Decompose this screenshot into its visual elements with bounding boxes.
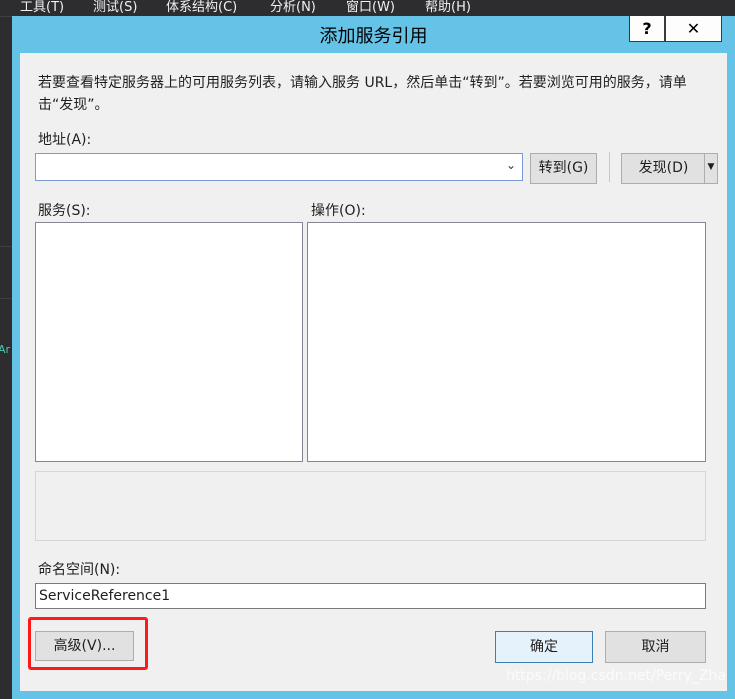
dropdown-arrow-icon: ▼ xyxy=(707,162,715,172)
advanced-button[interactable]: 高级(V)... xyxy=(35,631,134,661)
ok-button[interactable]: 确定 xyxy=(495,631,593,663)
dialog-title: 添加服务引用 xyxy=(319,26,428,47)
ide-background-text: Ar xyxy=(0,343,11,356)
cancel-button[interactable]: 取消 xyxy=(605,631,706,663)
watermark: https://blog.csdn.net/Perry_Zha xyxy=(506,668,726,684)
services-label: 服务(S): xyxy=(38,203,91,219)
help-button[interactable]: ? xyxy=(629,16,665,42)
instruction-text: 若要查看特定服务器上的可用服务列表，请输入服务 URL，然后单击“转到”。若要浏… xyxy=(38,75,687,113)
operations-label: 操作(O): xyxy=(311,203,366,219)
toolbar-separator xyxy=(609,152,610,182)
menu-tools[interactable]: 工具(T) xyxy=(20,0,64,15)
menu-test[interactable]: 测试(S) xyxy=(93,0,137,15)
menu-analyze[interactable]: 分析(N) xyxy=(270,0,316,15)
operations-list[interactable] xyxy=(307,222,706,462)
discover-button[interactable]: 发现(D) xyxy=(621,153,705,184)
menu-help[interactable]: 帮助(H) xyxy=(425,0,471,15)
address-label: 地址(A): xyxy=(38,132,92,148)
menu-window[interactable]: 窗口(W) xyxy=(346,0,395,15)
namespace-input[interactable]: ServiceReference1 xyxy=(35,583,706,609)
address-combobox[interactable]: ⌄ xyxy=(35,153,523,181)
services-list[interactable] xyxy=(35,222,303,462)
ide-side-panel xyxy=(0,16,12,699)
chevron-down-icon[interactable]: ⌄ xyxy=(506,158,516,172)
goto-button[interactable]: 转到(G) xyxy=(530,153,597,184)
ide-menubar: 工具(T) 测试(S) 体系结构(C) 分析(N) 窗口(W) 帮助(H) xyxy=(0,0,735,16)
close-icon: ✕ xyxy=(686,19,701,38)
help-icon: ? xyxy=(642,19,652,38)
namespace-label: 命名空间(N): xyxy=(38,562,121,578)
close-button[interactable]: ✕ xyxy=(665,16,722,42)
menu-architecture[interactable]: 体系结构(C) xyxy=(166,0,237,15)
status-description-box xyxy=(35,471,706,541)
dialog-body: 若要查看特定服务器上的可用服务列表，请输入服务 URL，然后单击“转到”。若要浏… xyxy=(20,53,727,691)
add-service-reference-dialog: 添加服务引用 ? ✕ 若要查看特定服务器上的可用服务列表，请输入服务 URL，然… xyxy=(12,16,735,699)
discover-dropdown-button[interactable]: ▼ xyxy=(704,153,718,184)
